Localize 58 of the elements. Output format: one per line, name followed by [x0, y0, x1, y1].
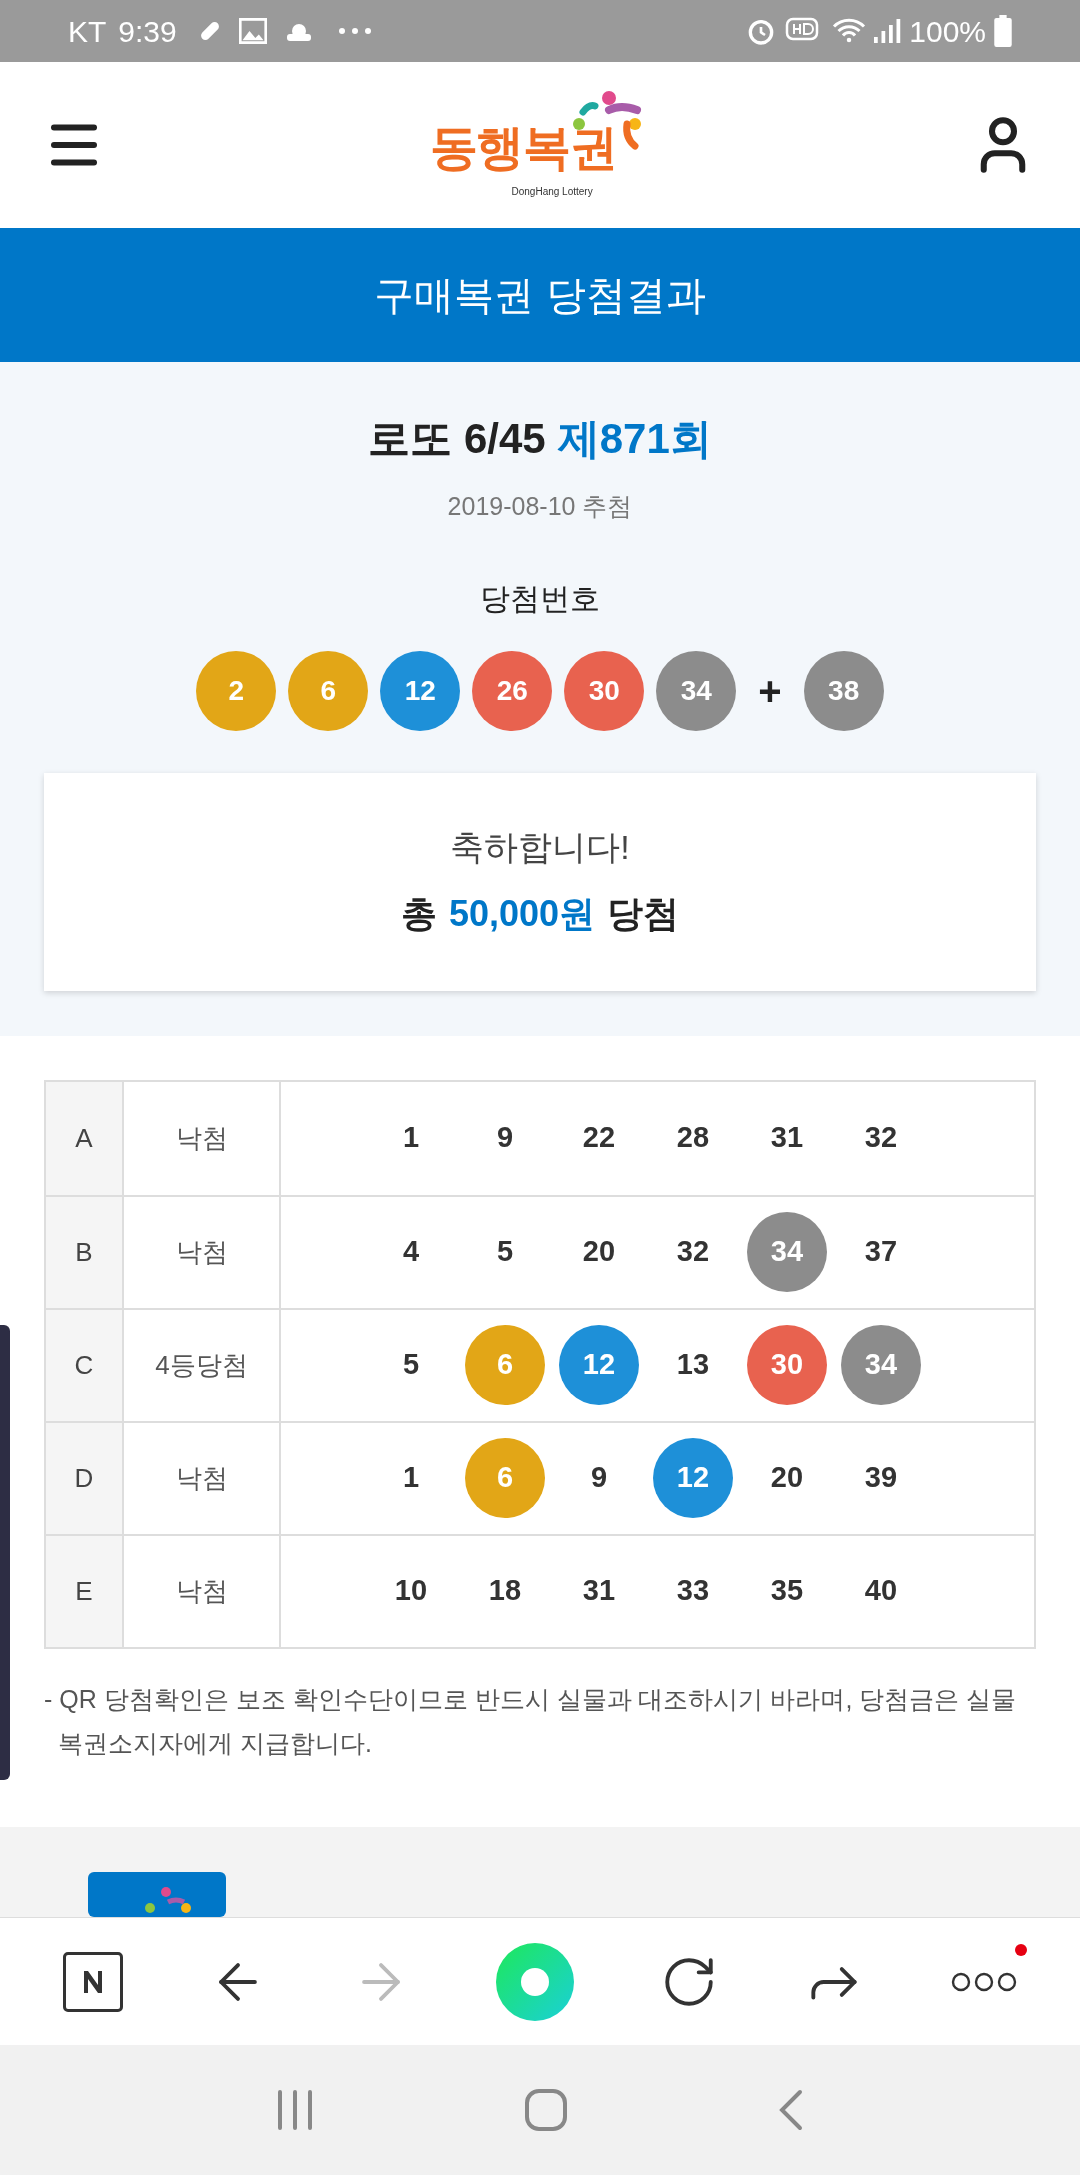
- ticket-number: 20: [769, 1460, 805, 1496]
- result-cell: 4등당첨: [124, 1309, 281, 1421]
- ticket-number: 1: [401, 1460, 421, 1496]
- congrats-text: 축하합니다!: [450, 827, 630, 868]
- carrier: KT: [68, 13, 107, 50]
- prize-prefix: 총: [400, 892, 437, 936]
- battery-level: 100%: [909, 13, 986, 50]
- battery-icon: [994, 15, 1012, 47]
- prize-amount: 50,000원: [448, 892, 596, 936]
- ticket-number: 40: [863, 1573, 899, 1609]
- image-icon: [238, 18, 267, 44]
- game-letter-cell: B: [46, 1196, 124, 1308]
- game-letter-cell: C: [46, 1309, 124, 1421]
- ticket-number: 39: [863, 1460, 899, 1496]
- naver-home-button[interactable]: [62, 1951, 123, 2012]
- home-icon[interactable]: [524, 2088, 568, 2132]
- ticket-number: 9: [495, 1120, 515, 1156]
- ticket-number: 32: [675, 1234, 711, 1270]
- page-title: 구매복권 당첨결과: [374, 272, 706, 319]
- game-letter-cell: E: [46, 1535, 124, 1647]
- ticket-number: 32: [863, 1120, 899, 1156]
- ticket-number: 33: [675, 1573, 711, 1609]
- logo-text: 동행복권: [429, 124, 617, 172]
- logo[interactable]: 동행복권 DongHang Lottery: [429, 90, 645, 200]
- ticket-number: 9: [589, 1460, 609, 1496]
- prize-suffix: 당첨: [607, 892, 680, 936]
- ticket-number: 28: [675, 1120, 711, 1156]
- ticket-number: 35: [769, 1573, 805, 1609]
- game-name: 로또 6/45: [368, 418, 546, 460]
- app-logo-icon: [88, 1872, 226, 1917]
- result-cell: 낙첨: [124, 1196, 281, 1308]
- plus-sign: +: [758, 667, 782, 715]
- result-cell: 낙첨: [124, 1422, 281, 1534]
- ticket-number: 4: [401, 1234, 421, 1270]
- ticket-number: 18: [487, 1573, 523, 1609]
- ticket-number: 5: [495, 1234, 515, 1270]
- game-letter-cell: D: [46, 1422, 124, 1534]
- ticket-number: 1: [401, 1120, 421, 1156]
- ticket-number: 37: [863, 1234, 899, 1270]
- game-letter-cell: A: [46, 1081, 124, 1195]
- ticket-number: 31: [581, 1573, 617, 1609]
- notice-text: - QR 당첨확인은 보조 확인수단이므로 반드시 실물과 대조하시기 바라며, 당첨금은 실물 복권소지자에게 지급합니다.: [44, 1683, 1018, 1759]
- edge-panel-handle[interactable]: [0, 1325, 10, 1780]
- result-cell: 낙첨: [124, 1081, 281, 1195]
- ticket-number: 13: [675, 1347, 711, 1383]
- draw-date: 2019-08-10 추첨: [447, 491, 633, 522]
- result-cell: 낙첨: [124, 1535, 281, 1647]
- numbers-label: 당첨번호: [480, 580, 600, 617]
- ticket-number: 10: [393, 1573, 429, 1609]
- round-number: 제871회: [557, 418, 712, 460]
- signal-icon: [871, 16, 902, 46]
- ticket-number: 5: [401, 1347, 421, 1383]
- more-icon: [338, 28, 371, 34]
- ticket-number: 20: [581, 1234, 617, 1270]
- logo-subtext: DongHang Lottery: [511, 185, 593, 199]
- ticket-number: 31: [769, 1120, 805, 1156]
- clock: 9:39: [118, 13, 177, 50]
- ticket-number: 22: [581, 1120, 617, 1156]
